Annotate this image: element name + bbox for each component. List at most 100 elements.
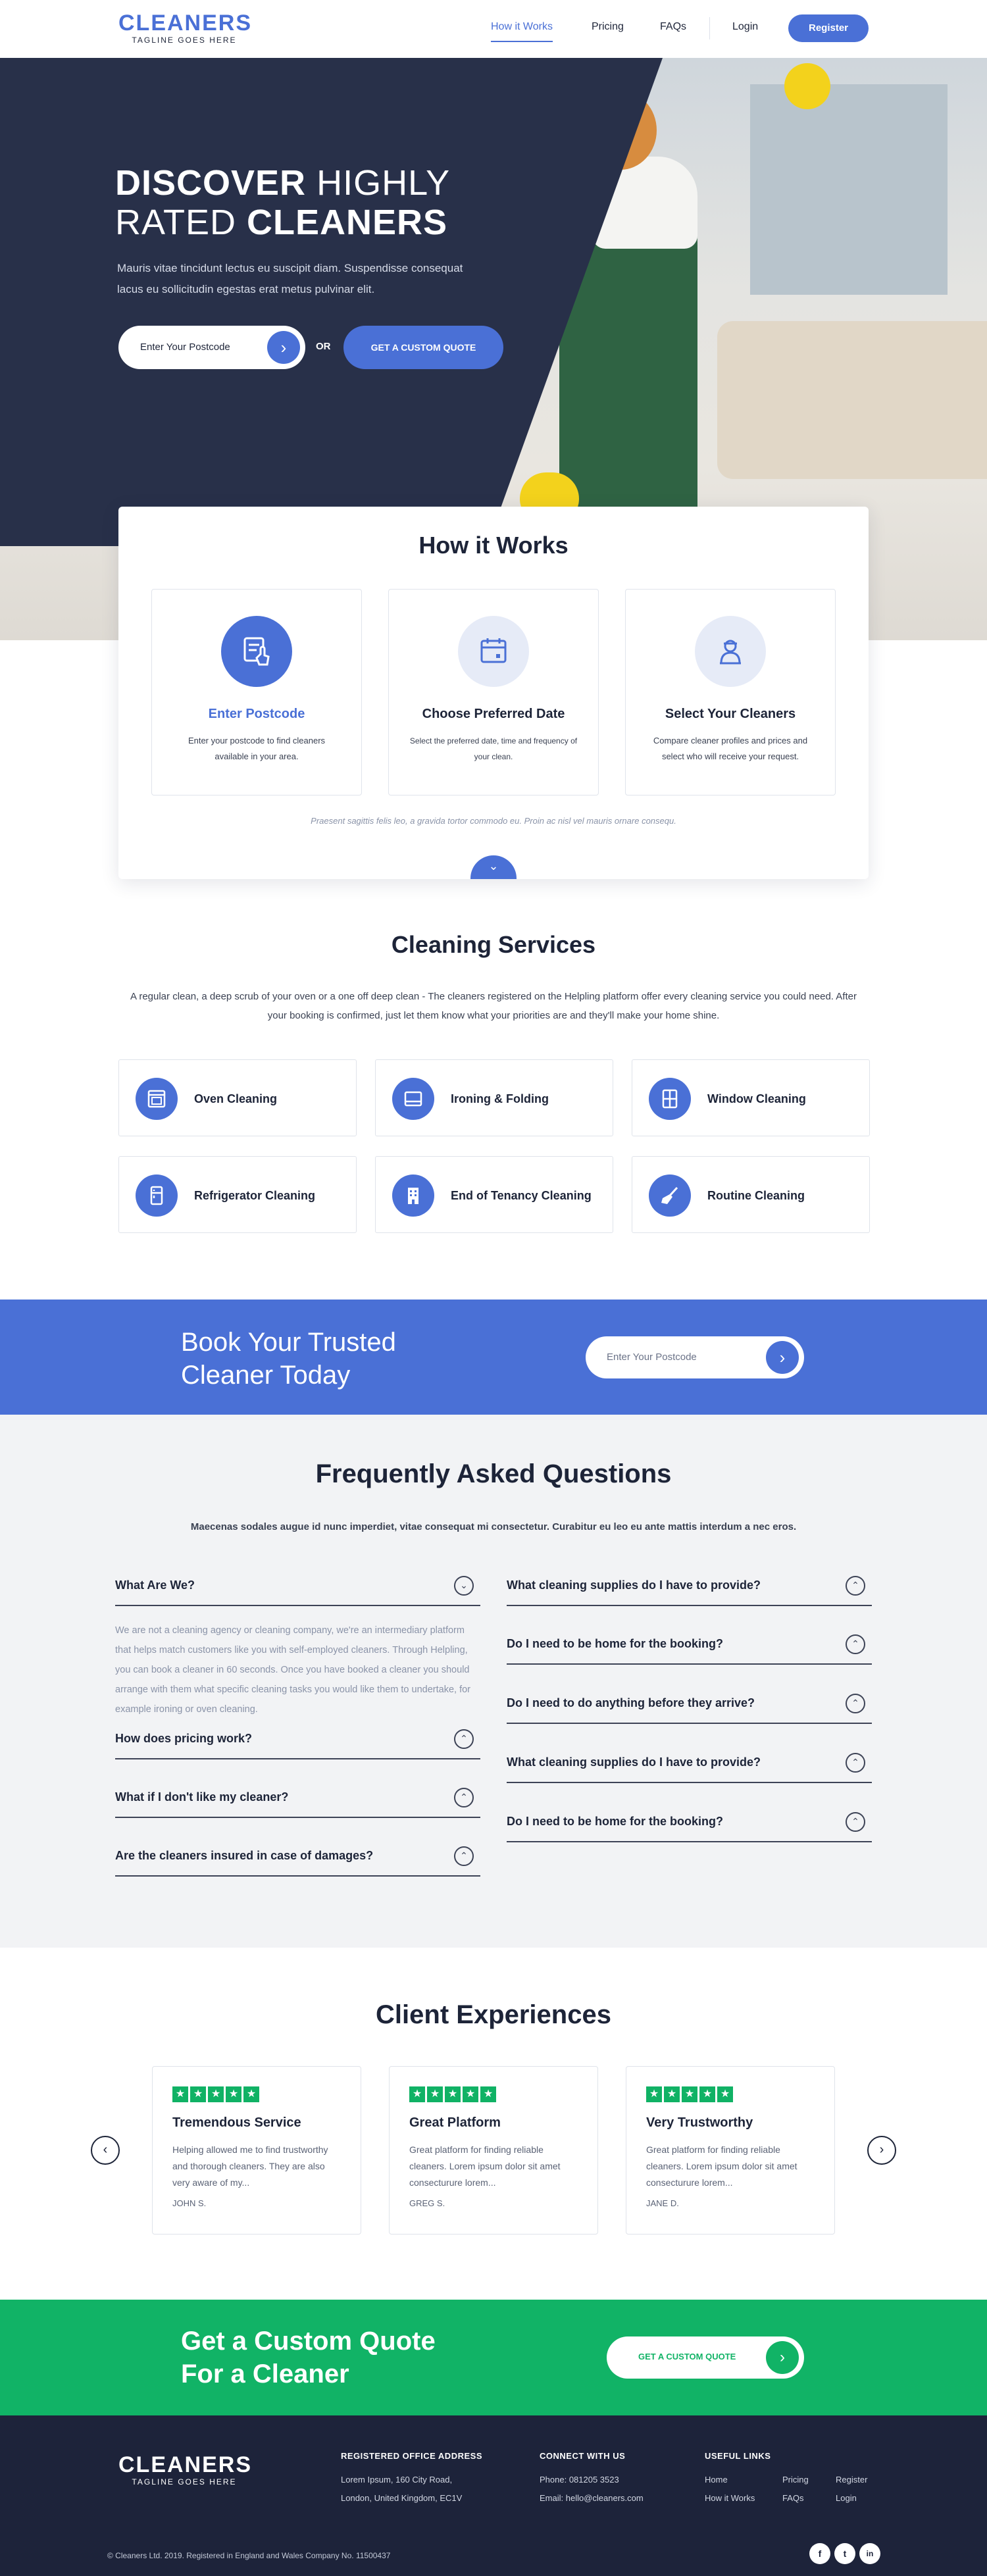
quote-button-label: GET A CUSTOM QUOTE	[638, 2352, 736, 2361]
quote-title: Get a Custom Quote For a Cleaner	[181, 2325, 436, 2390]
service-oven-cleaning[interactable]: Oven Cleaning	[118, 1059, 357, 1136]
testimonial-text: Helping allowed me to find trustworthy a…	[172, 2144, 328, 2188]
hero-sofa	[717, 321, 987, 479]
chevron-up-icon[interactable]: ⌃	[846, 1634, 865, 1654]
hero-title-word: RATED	[115, 203, 237, 242]
faq-question[interactable]: What cleaning supplies do I have to prov…	[507, 1567, 872, 1606]
book-title-line: Cleaner Today	[181, 1361, 351, 1390]
postcode-placeholder: Enter Your Postcode	[140, 341, 230, 353]
testimonial-author: GREG S.	[409, 2198, 445, 2208]
faq-question[interactable]: How does pricing work? ⌃	[115, 1720, 480, 1759]
star-icon: ★	[445, 2086, 461, 2102]
logo[interactable]: CLEANERS TAGLINE GOES HERE	[118, 12, 251, 45]
service-refrigerator-cleaning[interactable]: Refrigerator Cleaning	[118, 1156, 357, 1233]
chevron-up-icon[interactable]: ⌃	[846, 1694, 865, 1713]
footer-phone[interactable]: Phone: 081205 3523	[540, 2475, 619, 2485]
calendar-icon	[458, 616, 529, 687]
service-end-of-tenancy[interactable]: End of Tenancy Cleaning	[375, 1156, 613, 1233]
faq-question-text: What if I don't like my cleaner?	[115, 1790, 289, 1804]
nav-divider	[709, 17, 710, 39]
service-window-cleaning[interactable]: Window Cleaning	[632, 1059, 870, 1136]
footer-heading: USEFUL LINKS	[705, 2451, 771, 2461]
nav-faqs[interactable]: FAQs	[660, 21, 686, 33]
quote-title-line: Get a Custom Quote	[181, 2327, 436, 2356]
star-icon: ★	[480, 2086, 496, 2102]
twitter-icon[interactable]: t	[834, 2543, 855, 2564]
how-title: How it Works	[418, 532, 569, 559]
step-title: Choose Preferred Date	[422, 707, 565, 721]
chevron-down-icon[interactable]: ⌄	[454, 1576, 474, 1596]
hero-title: DISCOVER HIGHLY RATED CLEANERS	[115, 163, 450, 242]
service-routine-cleaning[interactable]: Routine Cleaning	[632, 1156, 870, 1233]
footer-logo[interactable]: CLEANERS TAGLINE GOES HERE	[118, 2454, 251, 2487]
service-label: End of Tenancy Cleaning	[451, 1188, 592, 1202]
testimonials-title: Client Experiences	[376, 2000, 611, 2029]
footer-link-login[interactable]: Login	[836, 2493, 857, 2503]
faq-question[interactable]: What if I don't like my cleaner? ⌃	[115, 1779, 480, 1818]
faq-question-text: What Are We?	[115, 1578, 195, 1592]
linkedin-icon[interactable]: in	[859, 2543, 880, 2564]
star-icon: ★	[226, 2086, 241, 2102]
chevron-right-icon[interactable]: ›	[267, 331, 300, 364]
footer-email[interactable]: Email: hello@cleaners.com	[540, 2493, 644, 2503]
footer-link-register[interactable]: Register	[836, 2475, 867, 2485]
footer-link-pricing[interactable]: Pricing	[782, 2475, 809, 2485]
building-icon	[392, 1174, 434, 1217]
hero-title-word: CLEANERS	[247, 203, 448, 242]
testimonial-author: JANE D.	[646, 2198, 679, 2208]
chevron-up-icon[interactable]: ⌃	[454, 1729, 474, 1749]
step-card[interactable]: Enter Postcode Enter your postcode to fi…	[151, 589, 362, 796]
faq-question[interactable]: What Are We? ⌄	[115, 1567, 480, 1606]
faq-subtitle: Maecenas sodales augue id nunc imperdiet…	[190, 1521, 797, 1532]
footer-heading: CONNECT WITH US	[540, 2451, 626, 2461]
services-intro: A regular clean, a deep scrub of your ov…	[130, 991, 857, 1021]
or-label: OR	[316, 341, 331, 352]
chevron-up-icon[interactable]: ⌃	[846, 1753, 865, 1773]
footer-link-how-it-works[interactable]: How it Works	[705, 2493, 755, 2503]
chevron-up-icon[interactable]: ⌃	[846, 1812, 865, 1832]
chevron-up-icon[interactable]: ⌃	[454, 1788, 474, 1807]
cleaner-glove-raised	[784, 63, 830, 109]
chevron-left-icon[interactable]: ‹	[91, 2136, 120, 2165]
chevron-up-icon[interactable]: ⌃	[846, 1576, 865, 1596]
service-label: Refrigerator Cleaning	[194, 1188, 316, 1202]
faq-question[interactable]: What cleaning supplies do I have to prov…	[507, 1744, 872, 1783]
chevron-down-icon[interactable]: ⌄	[470, 855, 517, 879]
star-icon: ★	[664, 2086, 680, 2102]
custom-quote-button[interactable]: GET A CUSTOM QUOTE ›	[607, 2336, 804, 2379]
step-text: Select the preferred date, time and freq…	[409, 736, 578, 761]
testimonial-title: Great Platform	[409, 2115, 501, 2130]
nav-pricing[interactable]: Pricing	[592, 21, 624, 33]
service-ironing[interactable]: Ironing & Folding	[375, 1059, 613, 1136]
chevron-right-icon: ›	[766, 2341, 799, 2374]
postcode-placeholder: Enter Your Postcode	[607, 1351, 697, 1363]
custom-quote-banner: Get a Custom Quote For a Cleaner GET A C…	[0, 2300, 987, 2415]
how-note: Praesent sagittis felis leo, a gravida t…	[311, 816, 676, 826]
testimonial-card: ★ ★ ★ ★ ★ Tremendous Service Helping allowed…	[152, 2066, 361, 2235]
chevron-up-icon[interactable]: ⌃	[454, 1846, 474, 1866]
hero-title-word: DISCOVER	[115, 163, 307, 203]
hero-quote-button[interactable]: GET A CUSTOM QUOTE	[343, 326, 503, 369]
facebook-icon[interactable]: f	[809, 2543, 830, 2564]
faq-question[interactable]: Do I need to be home for the booking? ⌃	[507, 1803, 872, 1842]
star-icon: ★	[243, 2086, 259, 2102]
footer-link-faqs[interactable]: FAQs	[782, 2493, 804, 2503]
faq-question[interactable]: Are the cleaners insured in case of dama…	[115, 1837, 480, 1877]
step-card[interactable]: Select Your Cleaners Compare cleaner pro…	[625, 589, 836, 796]
star-icon: ★	[427, 2086, 443, 2102]
testimonial-text: Great platform for finding reliable clea…	[409, 2144, 561, 2188]
hero-postcode-input[interactable]: Enter Your Postcode ›	[118, 326, 305, 369]
star-icon: ★	[682, 2086, 697, 2102]
chevron-right-icon[interactable]: ›	[867, 2136, 896, 2165]
nav-login[interactable]: Login	[732, 21, 758, 33]
faq-question-text: What cleaning supplies do I have to prov…	[507, 1755, 761, 1769]
nav-how-it-works[interactable]: How it Works	[491, 21, 553, 42]
chevron-right-icon[interactable]: ›	[766, 1341, 799, 1374]
step-card[interactable]: Choose Preferred Date Select the preferr…	[388, 589, 599, 796]
faq-question[interactable]: Do I need to do anything before they arr…	[507, 1684, 872, 1724]
faq-question[interactable]: Do I need to be home for the booking? ⌃	[507, 1625, 872, 1665]
book-postcode-input[interactable]: Enter Your Postcode ›	[586, 1336, 804, 1378]
footer-link-home[interactable]: Home	[705, 2475, 728, 2485]
touch-form-icon	[221, 616, 292, 687]
register-button[interactable]: Register	[788, 14, 869, 42]
